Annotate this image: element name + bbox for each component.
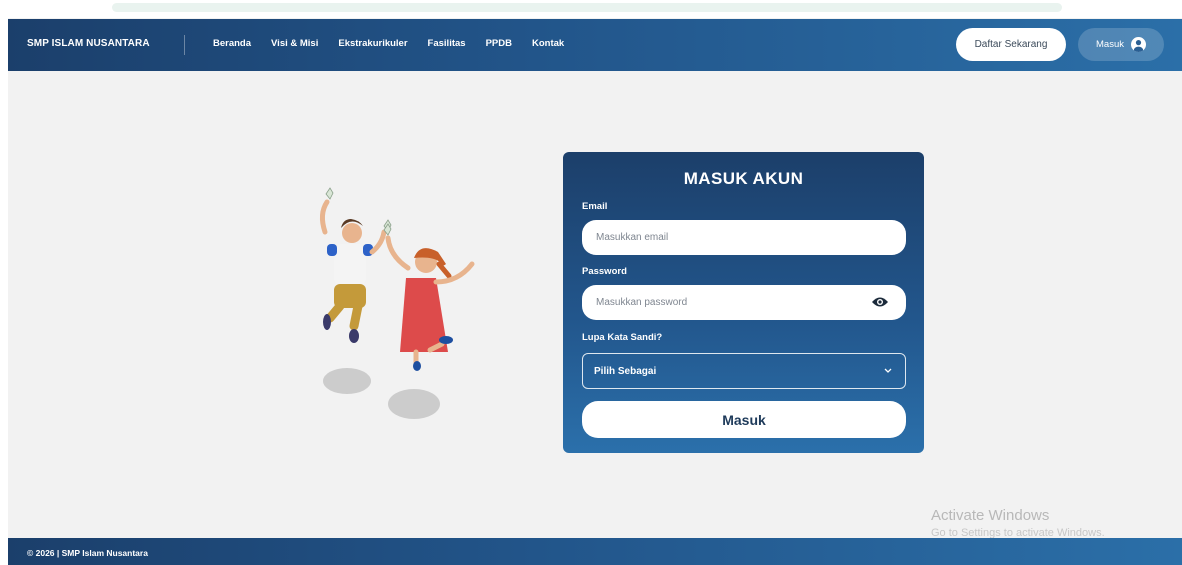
login-card: MASUK AKUN Email Password Lupa Kata Sand… [563,152,924,453]
jumping-kids-illustration [296,182,496,427]
password-label: Password [582,266,627,277]
footer-copyright: © 2026 | SMP Islam Nusantara [27,548,148,558]
browser-top-bar [0,0,1182,18]
nav-divider [184,35,185,55]
nav-link-ppdb[interactable]: PPDB [486,38,512,49]
nav-links: Beranda Visi & Misi Ekstrakurikuler Fasi… [213,38,584,49]
nav-link-fasilitas[interactable]: Fasilitas [428,38,466,49]
shadow-right [388,389,440,419]
nav-link-kontak[interactable]: Kontak [532,38,564,49]
site-brand[interactable]: SMP ISLAM NUSANTARA [27,38,150,49]
email-label: Email [582,201,608,212]
nav-link-beranda[interactable]: Beranda [213,38,251,49]
top-navbar: SMP ISLAM NUSANTARA Beranda Visi & Misi … [8,19,1182,71]
watermark-line-1: Activate Windows [931,507,1050,524]
nav-login-button[interactable]: Masuk [1078,28,1164,61]
chevron-down-icon [884,368,892,373]
forgot-password-link[interactable]: Lupa Kata Sandi? [582,332,662,343]
user-circle-icon [1130,37,1146,52]
nav-login-label: Masuk [1096,39,1124,50]
window-left-edge [0,18,8,565]
windows-activation-watermark: Activate Windows Go to Settings to activ… [931,507,1105,539]
site-footer: © 2026 | SMP Islam Nusantara [8,538,1182,565]
login-title: MASUK AKUN [683,169,804,188]
browser-address-strip [112,3,1062,12]
nav-link-ekstrakurikuler[interactable]: Ekstrakurikuler [338,38,407,49]
boy-figure [319,187,392,343]
password-field[interactable] [582,285,906,320]
register-button[interactable]: Daftar Sekarang [956,28,1066,61]
role-select[interactable]: Pilih Sebagai [582,353,906,389]
girl-figure [383,223,475,371]
login-submit-button[interactable]: Masuk [582,401,906,438]
shadow-left [323,368,371,394]
nav-link-visi-misi[interactable]: Visi & Misi [271,38,318,49]
eye-icon[interactable] [871,295,889,307]
email-field[interactable] [582,220,906,255]
role-select-value: Pilih Sebagai [594,365,657,377]
